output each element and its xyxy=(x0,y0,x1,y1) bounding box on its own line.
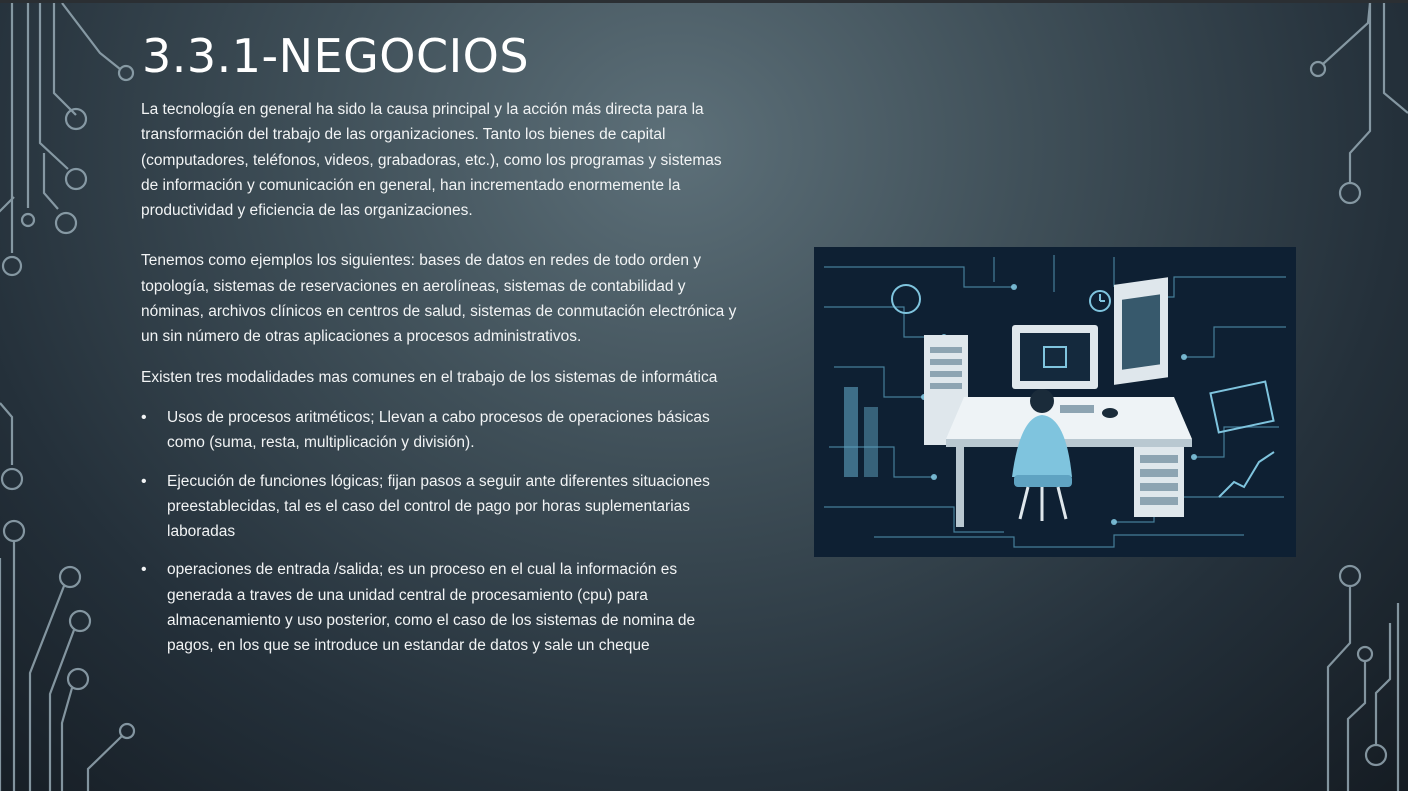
slide: 3.3.1-NEGOCIOS La tecnología en general … xyxy=(0,0,1408,791)
list-item: • Usos de procesos aritméticos; Llevan a… xyxy=(141,405,741,456)
paragraph-intro: La tecnología en general ha sido la caus… xyxy=(141,101,722,220)
person-at-computer-circuit-illustration-icon xyxy=(814,247,1296,557)
slide-body: La tecnología en general ha sido la caus… xyxy=(141,97,741,672)
list-item-text: operaciones de entrada /salida; es un pr… xyxy=(167,561,696,655)
bullet-icon: • xyxy=(141,408,147,426)
paragraph-examples: Tenemos como ejemplos los siguientes: ba… xyxy=(141,252,737,346)
list-item-text: Ejecución de funciones lógicas; fijan pa… xyxy=(167,472,710,541)
bullet-list: • Usos de procesos aritméticos; Llevan a… xyxy=(141,405,741,659)
bullet-icon: • xyxy=(141,472,147,490)
list-item: • operaciones de entrada /salida; es un … xyxy=(141,557,741,658)
circuit-decoration-left-icon xyxy=(0,3,136,791)
paragraph-modalities: Existen tres modalidades mas comunes en … xyxy=(141,368,718,386)
list-item-text: Usos de procesos aritméticos; Llevan a c… xyxy=(167,408,710,452)
slide-title: 3.3.1-NEGOCIOS xyxy=(142,29,530,83)
circuit-decoration-right-icon xyxy=(1309,3,1408,791)
bullet-icon: • xyxy=(141,561,147,579)
list-item: • Ejecución de funciones lógicas; fijan … xyxy=(141,469,741,545)
